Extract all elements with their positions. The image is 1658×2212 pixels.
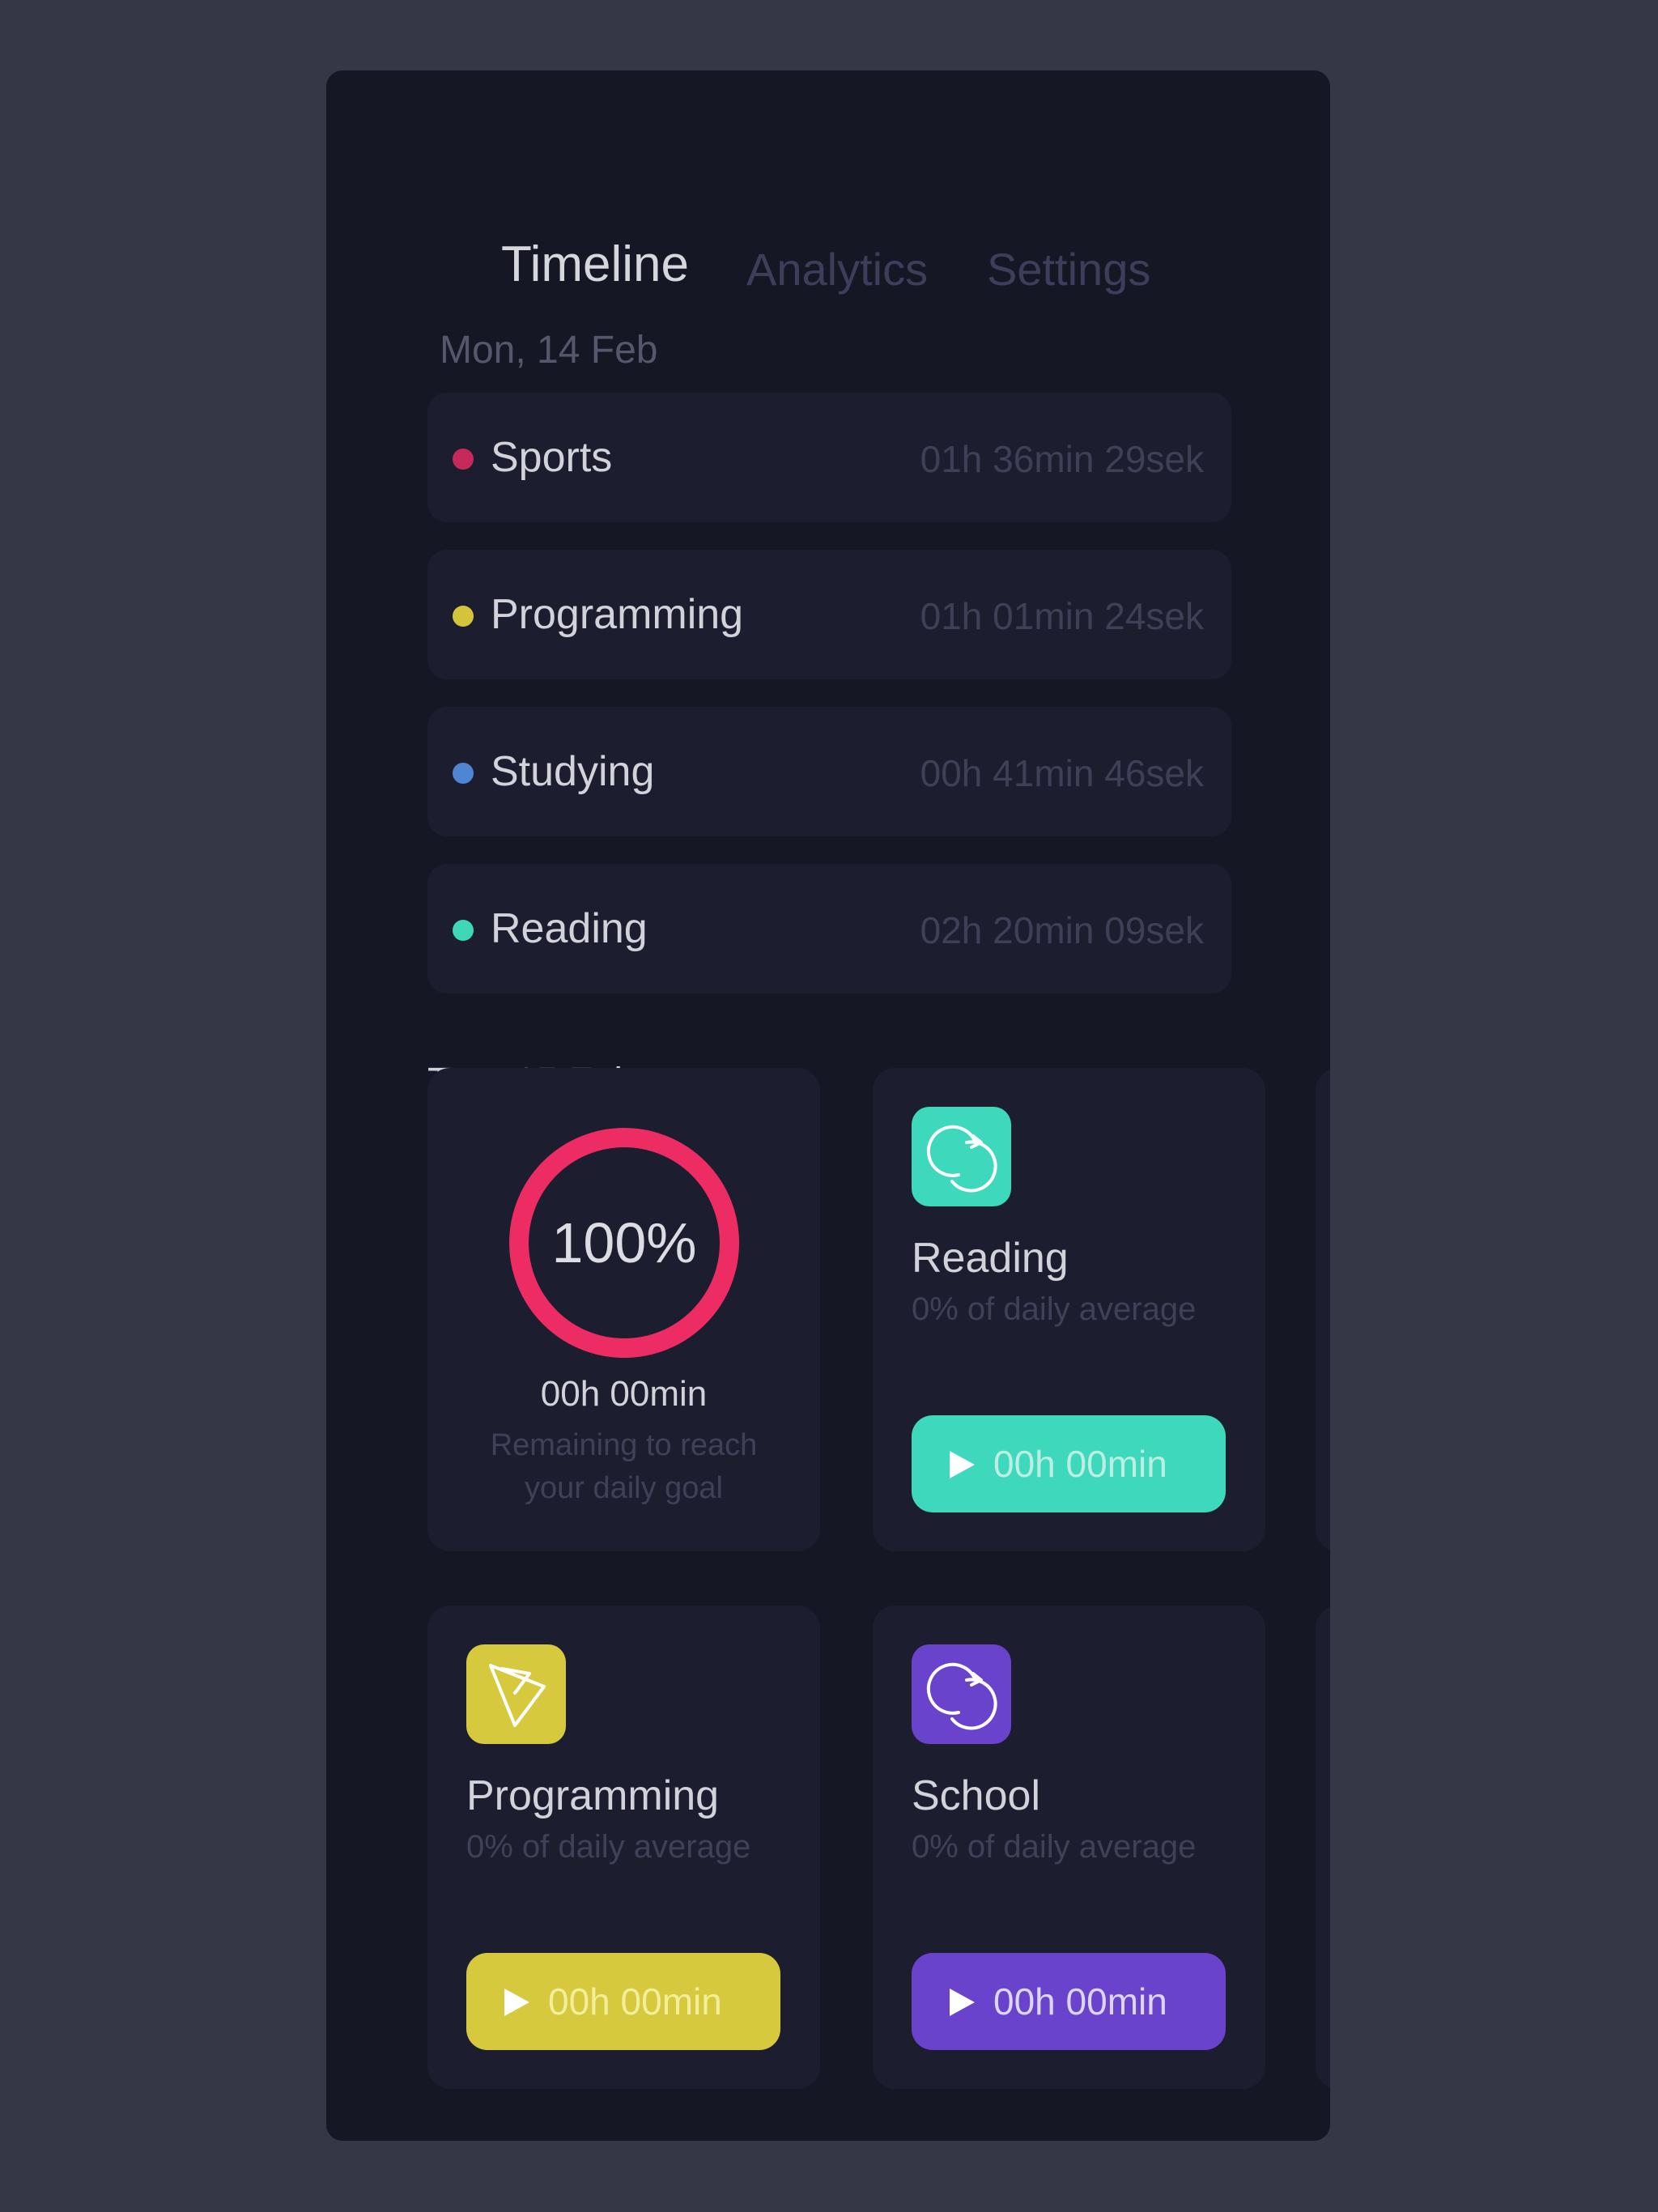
session-row-reading[interactable]: Reading 02h 20min 09sek [427,864,1231,993]
refresh-icon [912,1107,1011,1206]
session-duration: 01h 01min 24sek [920,595,1204,637]
session-duration: 01h 36min 29sek [920,438,1204,480]
refresh-icon [912,1644,1011,1744]
start-timer-button[interactable]: 00h 00min [466,1953,780,2050]
play-icon [950,1989,975,2016]
session-name: Sports [491,434,613,481]
activity-name: Programming [466,1772,720,1819]
goal-progress-ring: 100% [508,1127,740,1359]
goal-description: Remaining to reach your daily goal [490,1428,758,1505]
session-name: Programming [491,591,744,638]
tab-timeline[interactable]: Timeline [501,232,689,297]
timer-label: 00h 00min [548,1980,722,2023]
activity-card-school[interactable]: School 0% of daily average 00h 00min [873,1606,1265,2089]
session-duration: 02h 20min 09sek [920,909,1204,951]
daily-goal-card: 100% 00h 00min Remaining to reach your d… [427,1068,820,1551]
session-name: Studying [491,748,655,795]
color-dot [453,920,474,941]
app-window: Timeline Analytics Settings Mon, 14 Feb … [326,70,1330,2141]
play-icon [950,1451,975,1478]
tab-analytics[interactable]: Analytics [746,237,928,302]
goal-remaining-time: 00h 00min [540,1374,708,1414]
session-row-studying[interactable]: Studying 00h 41min 46sek [427,707,1231,836]
activity-average: 0% of daily average [466,1829,751,1865]
day-heading: Mon, 14 Feb [440,329,658,372]
session-row-sports[interactable]: Sports 01h 36min 29sek [427,393,1231,522]
session-duration: 00h 41min 46sek [920,752,1204,794]
activity-card-programming[interactable]: Programming 0% of daily average 00h 00mi… [427,1606,820,2089]
session-row-programming[interactable]: Programming 01h 01min 24sek [427,550,1231,679]
tab-settings[interactable]: Settings [987,237,1150,302]
timer-label: 00h 00min [993,1443,1167,1485]
goal-percent: 100% [551,1211,697,1274]
color-dot [453,606,474,627]
color-dot [453,763,474,784]
session-name: Reading [491,905,648,952]
activity-name: Reading [912,1235,1069,1282]
tab-bar: Timeline Analytics Settings [326,232,1330,305]
play-icon [504,1989,529,2016]
color-dot [453,449,474,470]
activity-average: 0% of daily average [912,1291,1197,1327]
activity-average: 0% of daily average [912,1829,1197,1865]
activity-card-reading[interactable]: Reading 0% of daily average 00h 00min [873,1068,1265,1551]
timer-label: 00h 00min [993,1980,1167,2023]
activity-name: School [912,1772,1040,1819]
start-timer-button[interactable]: 00h 00min [912,1415,1226,1512]
paper-plane-icon [466,1644,566,1744]
activity-card-partial[interactable] [1316,1068,1330,1551]
start-timer-button[interactable]: 00h 00min [912,1953,1226,2050]
activity-card-partial[interactable] [1316,1606,1330,2089]
